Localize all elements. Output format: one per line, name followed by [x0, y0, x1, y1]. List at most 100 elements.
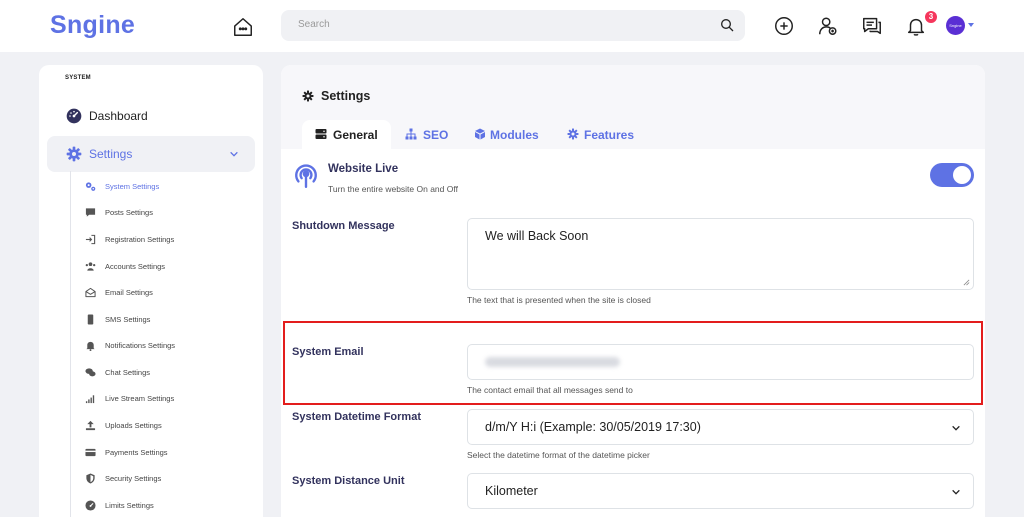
submenu-divider — [70, 171, 71, 517]
sidebar-subitem-notifications-settings[interactable]: Notifications Settings — [85, 336, 255, 356]
dashboard-icon — [66, 108, 82, 124]
sidebar-subitem-registration-settings[interactable]: Registration Settings — [85, 230, 255, 250]
settings-card: Settings General SEO Modules Features We… — [281, 65, 985, 517]
sidebar-subitem-uploads-settings[interactable]: Uploads Settings — [85, 416, 255, 436]
tab-modules[interactable]: Modules — [472, 120, 546, 149]
comment-icon — [85, 208, 96, 217]
sidebar-item-settings[interactable]: Settings — [47, 136, 255, 172]
mobile-icon — [87, 314, 94, 325]
sidebar-subitem-email-settings[interactable]: Email Settings — [85, 283, 255, 303]
chevron-down-icon[interactable] — [968, 23, 974, 27]
website-live-description: Turn the entire website On and Off — [328, 184, 458, 194]
sidebar-subitem-payments-settings[interactable]: Payments Settings — [85, 443, 255, 463]
broadcast-icon — [295, 164, 317, 189]
sidebar-subitem-limits-settings[interactable]: Limits Settings — [85, 496, 255, 516]
sidebar-section-label: SYSTEM — [65, 75, 91, 81]
bell-icon — [86, 341, 95, 351]
sidebar-item-label: Dashboard — [89, 109, 148, 123]
subitem-label: Posts Settings — [105, 208, 153, 217]
notifications-icon[interactable] — [905, 15, 927, 37]
sidebar-subitem-system-settings[interactable]: System Settings — [85, 177, 255, 197]
shutdown-message-help: The text that is presented when the site… — [467, 295, 651, 305]
sidebar-subitem-posts-settings[interactable]: Posts Settings — [85, 203, 255, 223]
tab-general[interactable]: General — [302, 120, 391, 149]
avatar[interactable]: Sngine — [946, 16, 965, 35]
credit-card-icon — [85, 448, 96, 457]
cog-icon — [567, 128, 579, 140]
logo[interactable]: Sngine — [50, 11, 135, 40]
toggle-knob — [953, 166, 971, 184]
distance-unit-select[interactable]: Kilometer — [467, 473, 974, 509]
subitem-label: SMS Settings — [105, 315, 151, 324]
tab-label: General — [333, 128, 378, 142]
subitem-label: Registration Settings — [105, 235, 175, 244]
datetime-format-label: System Datetime Format — [292, 411, 421, 423]
friend-requests-icon[interactable] — [817, 15, 839, 37]
cube-icon — [475, 128, 485, 140]
gears-icon — [85, 182, 96, 191]
envelope-open-icon — [85, 287, 96, 298]
system-email-label: System Email — [292, 346, 364, 358]
search-bar[interactable]: Search — [281, 10, 745, 41]
sidebar-subitem-sms-settings[interactable]: SMS Settings — [85, 310, 255, 330]
home-icon[interactable] — [232, 16, 254, 38]
sidebar-item-label: Settings — [89, 147, 133, 161]
shield-icon — [86, 473, 95, 484]
search-input[interactable]: Search — [298, 19, 330, 30]
distance-unit-value: Kilometer — [485, 484, 538, 498]
datetime-format-help: Select the datetime format of the dateti… — [467, 450, 650, 460]
comments-icon — [85, 368, 96, 377]
datetime-format-value: d/m/Y H:i (Example: 30/05/2019 17:30) — [485, 420, 701, 434]
sidebar-item-dashboard[interactable]: Dashboard — [47, 98, 255, 134]
subitem-label: Payments Settings — [105, 448, 168, 457]
tab-label: SEO — [423, 128, 449, 142]
blurred-email-value — [485, 357, 620, 367]
resize-handle-icon[interactable] — [963, 279, 970, 286]
top-navbar: Sngine Search 3 Sngine — [0, 0, 1024, 52]
system-email-input[interactable] — [467, 344, 974, 380]
subitem-label: Uploads Settings — [105, 421, 162, 430]
server-icon — [315, 129, 327, 139]
messages-icon[interactable] — [861, 15, 883, 37]
signal-icon — [85, 395, 95, 404]
sidebar-subitem-accounts-settings[interactable]: Accounts Settings — [85, 257, 255, 277]
shutdown-message-value: We will Back Soon — [485, 229, 589, 243]
system-email-help: The contact email that all messages send… — [467, 385, 633, 395]
users-icon — [85, 262, 96, 271]
subitem-label: System Settings — [105, 182, 160, 191]
upload-icon — [85, 420, 96, 431]
sitemap-icon — [405, 128, 417, 140]
tab-label: Features — [584, 128, 635, 142]
shutdown-message-label: Shutdown Message — [292, 220, 395, 232]
distance-unit-label: System Distance Unit — [292, 475, 405, 487]
sidebar-subitem-live-stream-settings[interactable]: Live Stream Settings — [85, 389, 255, 409]
subitem-label: Chat Settings — [105, 368, 151, 377]
chevron-down-icon — [952, 489, 960, 495]
tab-features[interactable]: Features — [565, 120, 645, 149]
admin-sidebar: SYSTEM Dashboard Settings System Setting… — [39, 65, 263, 517]
page-title: Settings — [321, 89, 371, 103]
datetime-format-select[interactable]: d/m/Y H:i (Example: 30/05/2019 17:30) — [467, 409, 974, 445]
create-icon[interactable] — [773, 15, 795, 37]
chevron-down-icon — [952, 425, 960, 431]
sign-in-icon — [85, 234, 96, 245]
gear-icon — [66, 146, 82, 162]
tab-seo[interactable]: SEO — [403, 120, 449, 149]
website-live-toggle[interactable] — [930, 163, 974, 187]
gear-icon — [302, 90, 314, 102]
chevron-down-icon[interactable] — [229, 149, 239, 159]
subitem-label: Live Stream Settings — [105, 394, 175, 403]
shutdown-message-textarea[interactable]: We will Back Soon — [467, 218, 974, 290]
subitem-label: Notifications Settings — [105, 341, 176, 350]
subitem-label: Email Settings — [105, 288, 153, 297]
subitem-label: Security Settings — [105, 474, 162, 483]
gauge-icon — [85, 500, 96, 511]
subitem-label: Limits Settings — [105, 501, 154, 510]
tab-label: Modules — [490, 128, 539, 142]
sidebar-subitem-chat-settings[interactable]: Chat Settings — [85, 363, 255, 383]
subitem-label: Accounts Settings — [105, 262, 166, 271]
notification-badge: 3 — [925, 11, 937, 23]
website-live-title: Website Live — [328, 163, 399, 175]
sidebar-subitem-security-settings[interactable]: Security Settings — [85, 469, 255, 489]
search-icon[interactable] — [719, 17, 735, 33]
